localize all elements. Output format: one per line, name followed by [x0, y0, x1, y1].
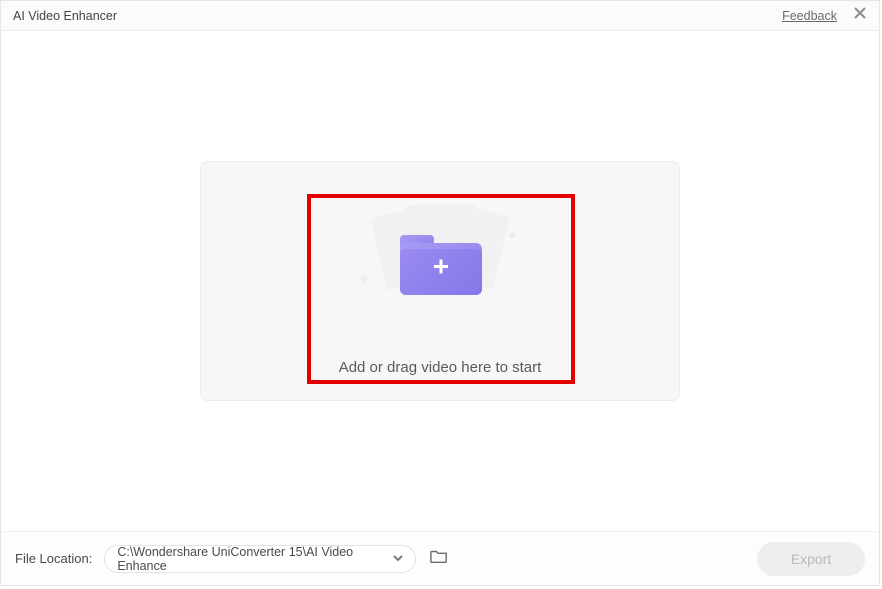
feedback-link[interactable]: Feedback: [782, 9, 837, 23]
window-title: AI Video Enhancer: [13, 9, 117, 23]
sparkle-icon: ✦: [356, 269, 371, 290]
file-location-select[interactable]: C:\Wondershare UniConverter 15\AI Video …: [104, 545, 416, 573]
chevron-down-icon: [393, 552, 403, 566]
dropzone[interactable]: ✦ ✦ Add or drag video here to start: [200, 161, 680, 401]
main-area: ✦ ✦ Add or drag video here to start: [1, 31, 879, 531]
file-location-label: File Location:: [15, 551, 92, 566]
close-button[interactable]: [851, 7, 869, 25]
plus-icon: [431, 257, 451, 282]
browse-folder-button[interactable]: [428, 548, 450, 570]
file-location-value: C:\Wondershare UniConverter 15\AI Video …: [117, 545, 403, 573]
footer: File Location: C:\Wondershare UniConvert…: [1, 531, 879, 585]
dropzone-content: ✦ ✦ Add or drag video here to start: [339, 187, 542, 376]
app-window: AI Video Enhancer Feedback ✦ ✦: [0, 0, 880, 586]
export-button[interactable]: Export: [757, 542, 865, 576]
folder-outline-icon: [430, 548, 448, 569]
dropzone-instruction: Add or drag video here to start: [339, 359, 542, 376]
close-icon: [853, 6, 867, 25]
folder-illustration: ✦ ✦: [360, 205, 520, 315]
sparkle-icon: ✦: [506, 227, 518, 244]
folder-icon: [400, 235, 482, 295]
titlebar: AI Video Enhancer Feedback: [1, 1, 879, 31]
